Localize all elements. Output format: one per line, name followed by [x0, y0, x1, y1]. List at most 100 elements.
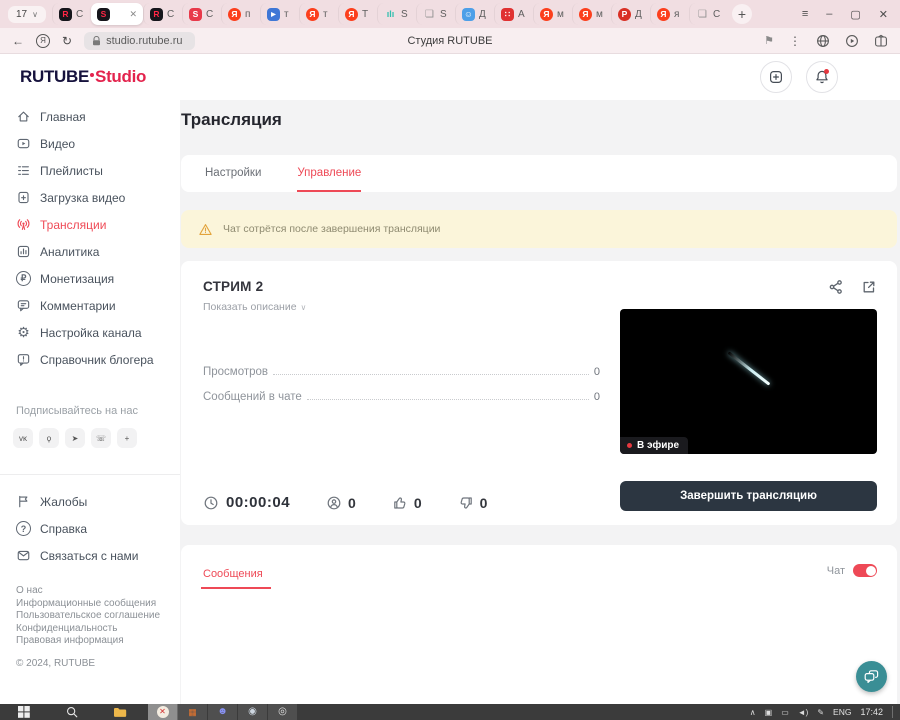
minimize-icon[interactable]: –	[826, 8, 832, 20]
promo-icon[interactable]	[874, 34, 888, 48]
sidebar-item-upload[interactable]: Загрузка видео	[0, 184, 180, 211]
create-button[interactable]	[760, 61, 792, 93]
footer-link-terms[interactable]: Пользовательское соглашение	[16, 610, 180, 622]
bookmark-icon[interactable]: ⚑	[764, 34, 774, 47]
browser-tab[interactable]: R С	[51, 3, 91, 25]
sidebar-item-broadcasts[interactable]: Трансляции	[0, 211, 180, 238]
sidebar-item-analytics[interactable]: Аналитика	[0, 238, 180, 265]
tab-messages[interactable]: Сообщения	[201, 568, 271, 589]
tray-language[interactable]: ENG	[833, 707, 851, 717]
taskbar-app-tile[interactable]: ◎	[268, 704, 298, 720]
tray-pen-icon[interactable]: ✎	[817, 708, 824, 717]
browser-menu-icon[interactable]: ≡	[802, 8, 808, 20]
browser-tab[interactable]: Я м	[571, 3, 611, 25]
url-field[interactable]: studio.rutube.ru	[84, 31, 195, 50]
tray-display-icon[interactable]: ▭	[781, 708, 789, 717]
end-broadcast-button[interactable]: Завершить трансляцию	[620, 481, 877, 511]
browser-tab[interactable]: ∷ А	[493, 3, 533, 25]
tray-volume-icon[interactable]: ◄)	[798, 708, 809, 717]
tab-favicon-icon: Я	[539, 7, 553, 21]
footer-link-news[interactable]: Информационные сообщения	[16, 598, 180, 610]
browser-tab[interactable]: ▶ т	[259, 3, 299, 25]
social-telegram-button[interactable]: ➤	[65, 428, 85, 448]
sidebar-item-video[interactable]: Видео	[0, 130, 180, 157]
thumb-up-icon	[394, 496, 406, 509]
translate-globe-icon[interactable]	[816, 34, 830, 48]
chat-toggle[interactable]	[853, 564, 877, 577]
more-options-icon[interactable]: ⋮	[789, 34, 801, 48]
browser-tab[interactable]: S ✕	[90, 3, 143, 25]
browser-tab[interactable]: Я п	[220, 3, 260, 25]
chat-toggle-row: Чат	[827, 564, 877, 577]
sidebar-item-playlists[interactable]: Плейлисты	[0, 157, 180, 184]
avatar[interactable]	[852, 61, 884, 93]
tab-close-icon[interactable]: ✕	[129, 9, 137, 20]
sidebar-item-home[interactable]: Главная	[0, 103, 180, 130]
browser-tab[interactable]: P Д	[610, 3, 650, 25]
browser-tab[interactable]: Я м	[532, 3, 572, 25]
tab-counter[interactable]: 17 ∨	[8, 5, 46, 23]
sidebar-item-label: Загрузка видео	[40, 190, 126, 205]
tray-expand-icon[interactable]: ∧	[750, 708, 756, 717]
main-content: Трансляция Настройки Управление Чат сотр…	[180, 100, 900, 704]
sidebar-item-comments[interactable]: Комментарии	[0, 292, 180, 319]
footer-link-about[interactable]: О нас	[16, 585, 180, 597]
rutube-studio-logo[interactable]: RUTUBE Studio	[20, 67, 146, 87]
analytics-icon	[17, 245, 30, 258]
sidebar-item-blogger-guide[interactable]: Справочник блогера	[0, 346, 180, 373]
sidebar-item-complaints[interactable]: Жалобы	[0, 488, 180, 515]
stream-counters: 00:00:04 0 0 0	[203, 494, 487, 511]
share-icon[interactable]	[828, 279, 844, 295]
refresh-button[interactable]: ↻	[62, 34, 72, 48]
taskbar-app-tile[interactable]: ▦	[178, 704, 208, 720]
social-ok-button[interactable]: ϙ	[39, 428, 59, 448]
taskbar-app-tile[interactable]: ◉	[238, 704, 268, 720]
browser-tab[interactable]: R С	[142, 3, 182, 25]
footer-link-legal[interactable]: Правовая информация	[16, 635, 180, 647]
sidebar-item-label: Справочник блогера	[40, 352, 154, 367]
file-explorer-button[interactable]	[96, 704, 144, 720]
start-button[interactable]	[0, 704, 48, 720]
tray-app-icon[interactable]: ▣	[765, 708, 773, 717]
new-tab-button[interactable]: +	[731, 4, 752, 24]
browser-tab[interactable]: ☺ Д	[454, 3, 494, 25]
back-button[interactable]: ←	[12, 34, 24, 48]
show-desktop-button[interactable]	[892, 706, 896, 718]
tray-clock[interactable]: 17:42	[860, 707, 883, 717]
notifications-button[interactable]	[806, 61, 838, 93]
social-more-button[interactable]: +	[117, 428, 137, 448]
close-icon[interactable]: ✕	[879, 8, 888, 21]
open-external-icon[interactable]	[861, 279, 877, 295]
question-icon: ?	[16, 521, 31, 536]
social-viber-button[interactable]: ☏	[91, 428, 111, 448]
browser-tab[interactable]: ❏ S	[415, 3, 455, 25]
tab-management[interactable]: Управление	[297, 155, 362, 192]
taskbar-app-tile[interactable]: ✕	[148, 704, 178, 720]
sidebar-divider	[0, 474, 180, 475]
stat-value: 0	[593, 391, 600, 403]
browser-tab[interactable]: ılı S	[376, 3, 416, 25]
sidebar-item-channel-settings[interactable]: ⚙ Настройка канала	[0, 319, 180, 346]
lock-icon	[93, 35, 101, 45]
browser-tab[interactable]: ❏ С	[688, 3, 728, 25]
maximize-icon[interactable]: ▢	[850, 8, 860, 21]
sidebar-item-help[interactable]: ? Справка	[0, 515, 180, 542]
chat-widget-button[interactable]	[856, 661, 887, 692]
taskbar-app-icon: ☻	[217, 706, 228, 717]
footer-link-privacy[interactable]: Конфиденциальность	[16, 623, 180, 635]
social-vk-button[interactable]: ᴠᴋ	[13, 428, 33, 448]
likes-value: 0	[413, 494, 422, 511]
video-popup-icon[interactable]	[845, 34, 859, 48]
browser-tab[interactable]: Я я	[649, 3, 689, 25]
sidebar-item-contact[interactable]: Связаться с нами	[0, 542, 180, 569]
browser-logo-icon[interactable]: Я	[36, 33, 50, 48]
tab-favicon-icon: Я	[305, 7, 319, 21]
browser-tab[interactable]: Я т	[298, 3, 338, 25]
stream-preview-player[interactable]: В эфире	[620, 309, 877, 454]
browser-tab[interactable]: S С	[181, 3, 221, 25]
browser-tab[interactable]: Я Т	[337, 3, 377, 25]
taskbar-app-tile[interactable]: ☻	[208, 704, 238, 720]
sidebar-item-monetization[interactable]: ₽ Монетизация	[0, 265, 180, 292]
taskbar-search-button[interactable]	[48, 704, 96, 720]
tab-settings[interactable]: Настройки	[205, 155, 261, 192]
